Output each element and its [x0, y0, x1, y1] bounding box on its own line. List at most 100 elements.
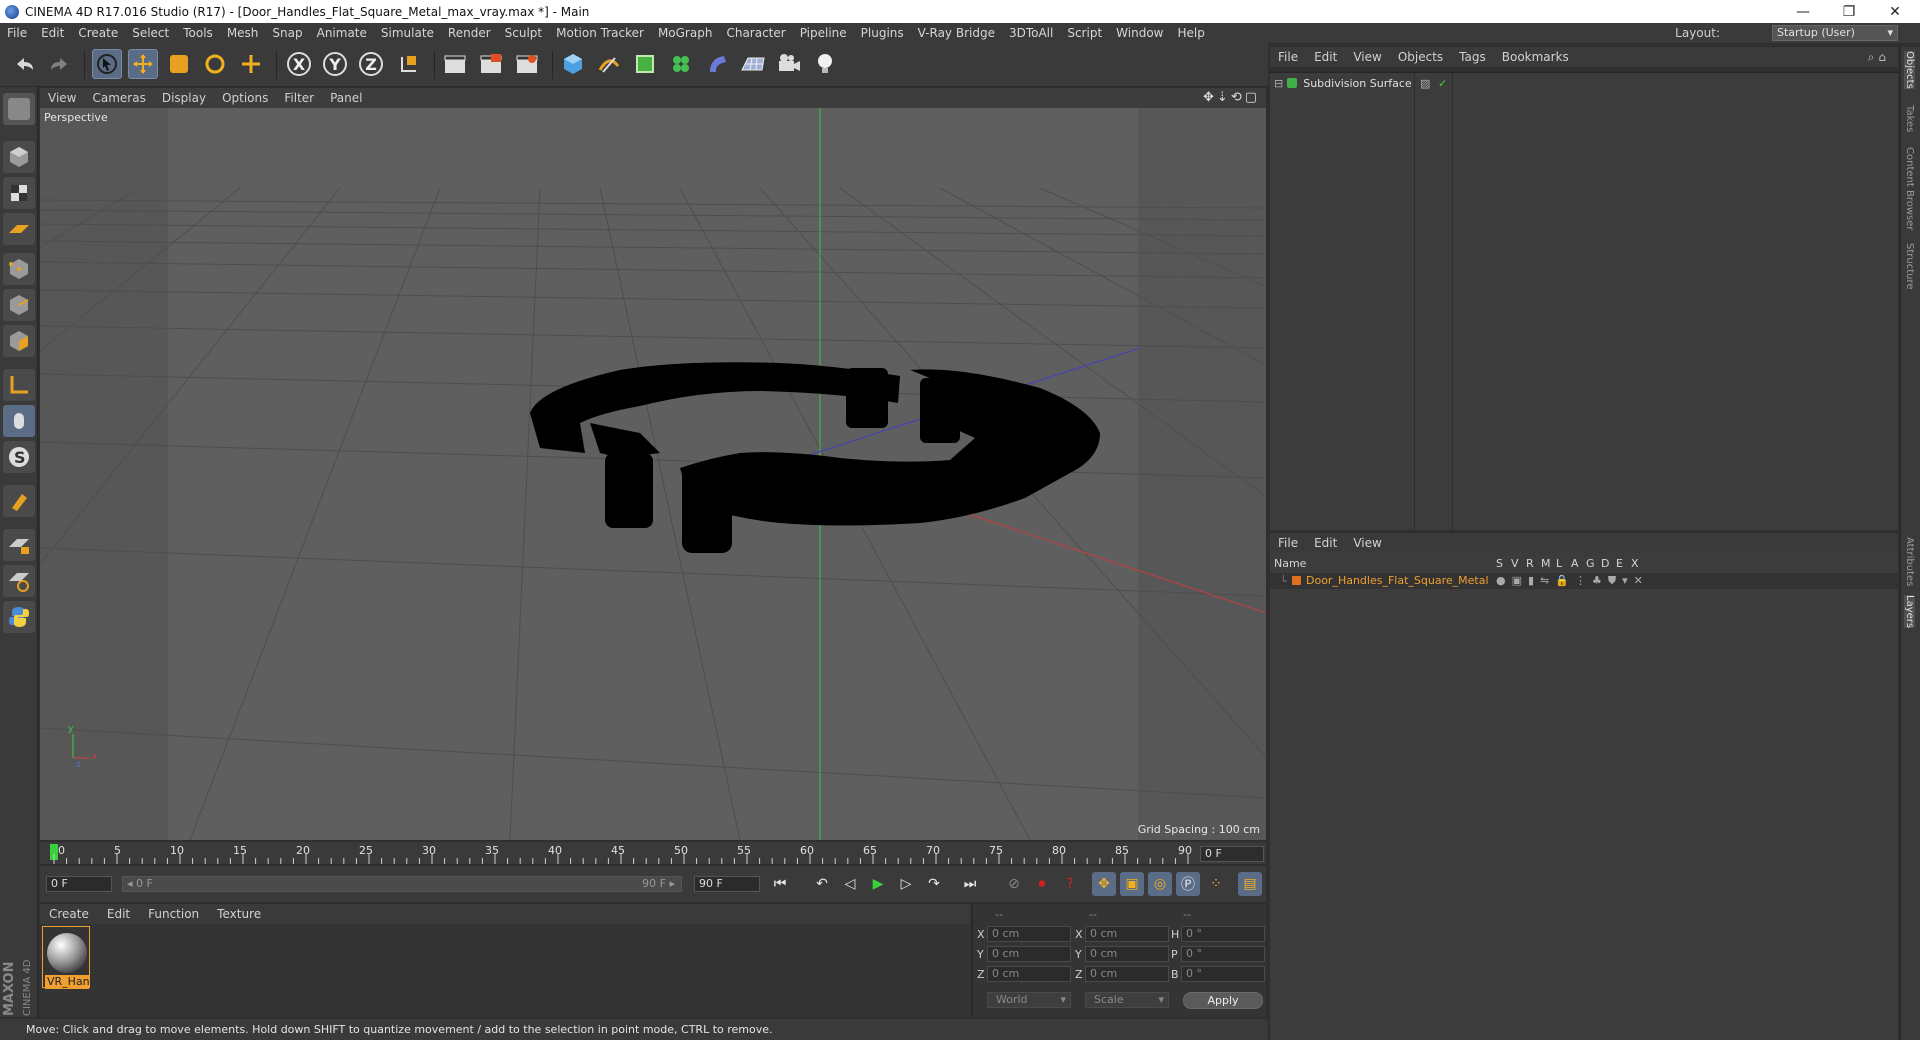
object-menu-file[interactable]: File: [1270, 50, 1306, 64]
magnet-tool-button[interactable]: [3, 485, 35, 517]
layer-menu-file[interactable]: File: [1270, 536, 1306, 550]
subdivision-surface-button[interactable]: [630, 49, 660, 79]
rotate-tool-button[interactable]: [200, 49, 230, 79]
scale-tool-button[interactable]: [164, 49, 194, 79]
key-rotation-button[interactable]: ◎: [1148, 872, 1172, 896]
perspective-viewport[interactable]: Perspective y x z Grid Spacing : 100 cm: [40, 108, 1266, 840]
object-menu-bookmarks[interactable]: Bookmarks: [1494, 50, 1577, 64]
key-parameter-button[interactable]: Ⓟ: [1176, 872, 1200, 896]
menu-script[interactable]: Script: [1060, 26, 1109, 40]
object-menu-view[interactable]: View: [1345, 50, 1389, 64]
python-button[interactable]: [3, 601, 35, 633]
menu-sculpt[interactable]: Sculpt: [498, 26, 549, 40]
expand-icon[interactable]: ⊟: [1274, 77, 1283, 90]
menu-edit[interactable]: Edit: [34, 26, 71, 40]
menu-plugins[interactable]: Plugins: [854, 26, 911, 40]
layer-color-swatch[interactable]: [1292, 576, 1301, 585]
menu-vray-bridge[interactable]: V-Ray Bridge: [911, 26, 1002, 40]
autokey-button[interactable]: ⏺: [1030, 872, 1054, 896]
previous-frame-button[interactable]: ◁: [838, 872, 862, 896]
rot-h-field[interactable]: 0 °: [1181, 926, 1265, 942]
texture-mode-button[interactable]: [3, 177, 35, 209]
menu-mograph[interactable]: MoGraph: [651, 26, 720, 40]
snapping-button[interactable]: S: [3, 441, 35, 473]
preview-range-slider[interactable]: ◂ 0 F 90 F ▸: [122, 876, 682, 892]
polygons-mode-button[interactable]: [3, 325, 35, 357]
menu-snap[interactable]: Snap: [265, 26, 309, 40]
tab-objects[interactable]: Objects: [1904, 51, 1915, 89]
camera-button[interactable]: [774, 49, 804, 79]
viewport-navigation-icons[interactable]: ✥⇣⟲▢: [1203, 90, 1260, 105]
visibility-dots-icon[interactable]: ▨: [1420, 77, 1430, 90]
key-position-button[interactable]: ✥: [1092, 872, 1116, 896]
viewport-menu-options[interactable]: Options: [214, 91, 276, 105]
material-swatch[interactable]: VR_Han: [42, 926, 90, 989]
points-mode-button[interactable]: [3, 253, 35, 285]
render-to-picture-viewer-button[interactable]: [476, 49, 506, 79]
x-axis-lock-button[interactable]: X: [284, 49, 314, 79]
go-to-end-button[interactable]: ⏭: [958, 872, 982, 896]
size-z-field[interactable]: 0 cm: [1085, 966, 1169, 982]
edges-mode-button[interactable]: [3, 289, 35, 321]
light-button[interactable]: [810, 49, 840, 79]
move-tool-button[interactable]: [128, 49, 158, 79]
workplane-mode-button[interactable]: [3, 213, 35, 245]
key-scale-button[interactable]: ▣: [1120, 872, 1144, 896]
menu-mesh[interactable]: Mesh: [220, 26, 266, 40]
timeline-window-button[interactable]: ▤: [1238, 872, 1262, 896]
pos-y-field[interactable]: 0 cm: [987, 946, 1071, 962]
material-menu-edit[interactable]: Edit: [98, 907, 139, 921]
timeline-ruler[interactable]: 0 5 10 15 20 25 30 35 40 45 50 55 60 65 …: [40, 842, 1266, 864]
tab-takes[interactable]: Takes: [1904, 105, 1915, 132]
layer-row[interactable]: └ Door_Handles_Flat_Square_Metal ●▣▮⇋🔒⋮♣…: [1270, 573, 1898, 589]
tweak-mode-button[interactable]: [3, 405, 35, 437]
size-x-field[interactable]: 0 cm: [1085, 926, 1169, 942]
lock-workplane-button[interactable]: [3, 529, 35, 561]
material-menu-function[interactable]: Function: [139, 907, 208, 921]
layout-select[interactable]: Startup (User) ▾: [1772, 25, 1898, 41]
material-menu-create[interactable]: Create: [40, 907, 98, 921]
workplane-axis-button[interactable]: [3, 565, 35, 597]
y-axis-lock-button[interactable]: Y: [320, 49, 350, 79]
menu-render[interactable]: Render: [441, 26, 498, 40]
enabled-checkmark-icon[interactable]: ✓: [1438, 77, 1447, 90]
model-mode-button[interactable]: [3, 141, 35, 173]
layer-menu-edit[interactable]: Edit: [1306, 536, 1345, 550]
live-selection-button[interactable]: [92, 49, 122, 79]
tab-structure[interactable]: Structure: [1904, 243, 1915, 290]
keyframe-selection-button[interactable]: ?: [1058, 872, 1082, 896]
deformer-button[interactable]: [702, 49, 732, 79]
axis-mode-button[interactable]: [3, 369, 35, 401]
menu-tools[interactable]: Tools: [176, 26, 220, 40]
object-row[interactable]: ⊟ Subdivision Surface ▨ ✓: [1272, 75, 1896, 91]
menu-animate[interactable]: Animate: [310, 26, 374, 40]
minimize-button[interactable]: —: [1780, 0, 1826, 23]
viewport-menu-display[interactable]: Display: [154, 91, 214, 105]
current-frame-field[interactable]: 0 F: [1200, 846, 1264, 862]
redo-button[interactable]: [44, 49, 74, 79]
coordinate-system-button[interactable]: [394, 49, 424, 79]
rot-p-field[interactable]: 0 °: [1181, 946, 1265, 962]
coordinate-space-select[interactable]: World ▾: [987, 992, 1071, 1008]
viewport-menu-panel[interactable]: Panel: [322, 91, 370, 105]
menu-file[interactable]: File: [0, 26, 34, 40]
go-to-start-button[interactable]: ⏮: [768, 872, 792, 896]
apply-button[interactable]: Apply: [1183, 992, 1263, 1009]
min-time-field[interactable]: 0 F: [46, 876, 112, 892]
max-time-field[interactable]: 90 F: [694, 876, 760, 892]
cube-primitive-button[interactable]: [558, 49, 588, 79]
size-y-field[interactable]: 0 cm: [1085, 946, 1169, 962]
next-frame-button[interactable]: ▷: [894, 872, 918, 896]
menu-window[interactable]: Window: [1109, 26, 1170, 40]
render-settings-button[interactable]: [512, 49, 542, 79]
size-mode-select[interactable]: Scale ▾: [1085, 992, 1169, 1008]
close-button[interactable]: ✕: [1872, 0, 1918, 23]
viewport-menu-filter[interactable]: Filter: [276, 91, 322, 105]
object-menu-tags[interactable]: Tags: [1451, 50, 1494, 64]
menu-create[interactable]: Create: [71, 26, 125, 40]
restore-button[interactable]: ❐: [1826, 0, 1872, 23]
object-manager-search-icon[interactable]: ⌕⌂: [1868, 50, 1890, 65]
layer-name[interactable]: Door_Handles_Flat_Square_Metal: [1306, 574, 1489, 587]
undo-button[interactable]: [10, 49, 40, 79]
menu-select[interactable]: Select: [125, 26, 176, 40]
